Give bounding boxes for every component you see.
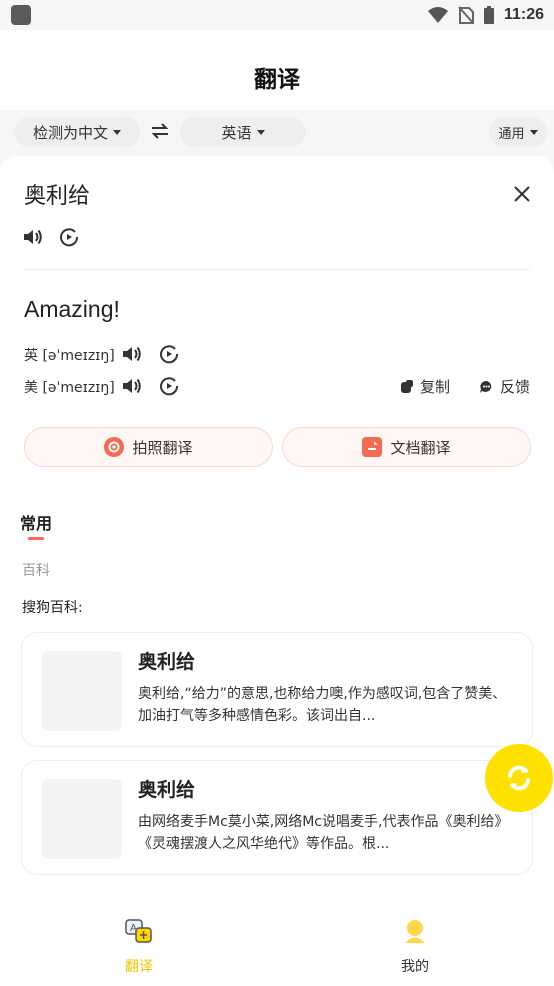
app-notification-icon xyxy=(11,5,31,25)
target-language-label: 英语 xyxy=(221,123,252,142)
us-phonetic: 美 [əˈmeɪzɪŋ] xyxy=(24,380,115,396)
copy-button[interactable]: 复制 xyxy=(400,376,450,397)
nav-mine-label: 我的 xyxy=(401,959,429,975)
source-label: 搜狗百科: xyxy=(22,600,83,616)
nav-translate-label: 翻译 xyxy=(125,959,153,975)
entry-description: 由网络麦手Mc莫小菜,网络Mc说唱麦手,代表作品《奥利给》《灵魂摆渡人之风华绝代… xyxy=(138,814,509,852)
section-label: 百科 xyxy=(22,563,50,579)
tab-common[interactable]: 常用 xyxy=(20,510,52,534)
app-header: 翻译 xyxy=(0,30,554,110)
chevron-down-icon xyxy=(113,129,121,135)
nav-mine[interactable]: 我的 xyxy=(355,918,475,976)
refresh-fab[interactable] xyxy=(485,744,553,812)
target-language-selector[interactable]: 英语 xyxy=(180,117,306,147)
translation-card: 奥利给 Amazing! 英 [əˈmeɪzɪŋ] 美 [əˈmeɪzɪŋ] 复… xyxy=(0,156,554,490)
uk-replay-icon[interactable] xyxy=(158,343,180,365)
common-section: 常用 百科 搜狗百科: 奥利给 奥利给,“给力”的意思,也称给力噢,作为感叹词,… xyxy=(0,490,554,900)
chevron-down-icon xyxy=(256,129,265,135)
chevron-down-icon xyxy=(529,129,538,135)
photo-translate-button[interactable]: 拍照翻译 xyxy=(24,427,273,467)
entry-thumbnail xyxy=(42,651,122,731)
feedback-label: 反馈 xyxy=(500,378,531,396)
clock: 11:26 xyxy=(503,6,544,23)
document-translate-label: 文档翻译 xyxy=(390,438,451,457)
translation-result[interactable]: Amazing! xyxy=(24,296,120,323)
entry-description: 奥利给,“给力”的意思,也称给力噢,作为感叹词,包含了赞美、加油打气等多种感情色… xyxy=(138,686,507,724)
translate-nav-icon: A xyxy=(125,919,152,943)
uk-phonetic: 英 [əˈmeɪzɪŋ] xyxy=(24,348,115,364)
us-replay-icon[interactable] xyxy=(158,375,180,397)
document-icon xyxy=(362,437,383,457)
copy-label: 复制 xyxy=(420,378,451,396)
us-speaker-icon[interactable] xyxy=(121,375,143,397)
source-language-selector[interactable]: 检测为中文 xyxy=(14,117,140,147)
wifi-icon xyxy=(427,7,448,23)
nav-translate[interactable]: A 翻译 xyxy=(79,918,199,976)
domain-label: 通用 xyxy=(498,126,525,142)
divider xyxy=(24,269,530,270)
battery-icon xyxy=(483,6,494,24)
source-language-label: 检测为中文 xyxy=(32,123,108,142)
refresh-icon xyxy=(508,765,530,791)
feedback-button[interactable]: 反馈 xyxy=(479,376,530,397)
uk-speaker-icon[interactable] xyxy=(121,343,143,365)
source-text[interactable]: 奥利给 xyxy=(24,178,90,210)
domain-selector[interactable]: 通用 xyxy=(489,117,547,147)
copy-icon xyxy=(401,379,413,393)
language-bar: 检测为中文 英语 通用 xyxy=(0,110,554,156)
status-bar: 11:26 xyxy=(0,0,554,30)
encyclopedia-card[interactable]: 奥利给 由网络麦手Mc莫小菜,网络Mc说唱麦手,代表作品《奥利给》《灵魂摆渡人之… xyxy=(21,760,533,875)
camera-icon xyxy=(104,437,125,457)
entry-title: 奥利给 xyxy=(138,651,196,673)
swap-languages-icon[interactable] xyxy=(151,122,169,140)
source-replay-icon[interactable] xyxy=(58,226,80,248)
close-icon[interactable] xyxy=(512,184,532,204)
page-title: 翻译 xyxy=(254,67,300,93)
feedback-icon xyxy=(480,380,492,393)
profile-nav-icon xyxy=(405,920,425,943)
document-translate-button[interactable]: 文档翻译 xyxy=(282,427,531,467)
no-sim-icon xyxy=(458,6,474,24)
bottom-navigation: A 翻译 我的 xyxy=(0,900,554,986)
tab-indicator xyxy=(28,537,44,540)
encyclopedia-card[interactable]: 奥利给 奥利给,“给力”的意思,也称给力噢,作为感叹词,包含了赞美、加油打气等多… xyxy=(21,632,533,747)
entry-title: 奥利给 xyxy=(138,779,196,801)
photo-translate-label: 拍照翻译 xyxy=(132,438,193,457)
source-speaker-icon[interactable] xyxy=(22,226,44,248)
entry-thumbnail xyxy=(42,779,122,859)
